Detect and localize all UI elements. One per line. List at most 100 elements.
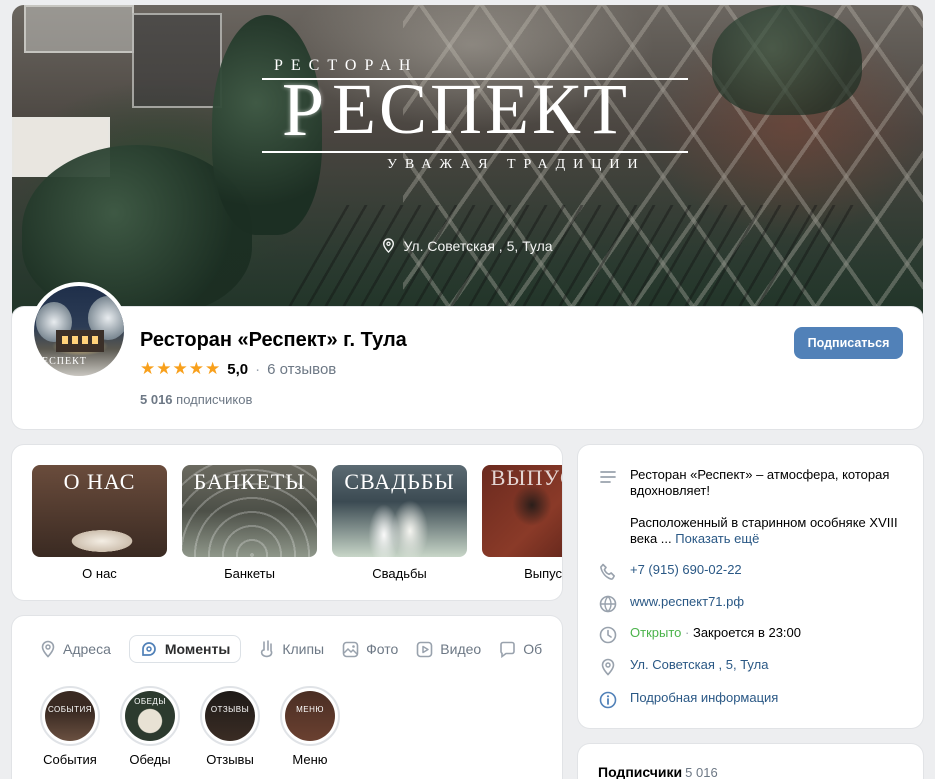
followers-block: Подписчики 5 016 — [578, 744, 923, 779]
featured-label: Свадьбы — [372, 566, 427, 581]
description-line: Ресторан «Респект» – атмосфера, которая … — [630, 467, 890, 498]
phone-icon — [600, 563, 615, 580]
video-icon — [416, 641, 433, 657]
featured-label: Банкеты — [224, 566, 275, 581]
moments-icon — [142, 642, 156, 656]
more-info-row[interactable]: Подробная информация — [598, 690, 778, 710]
address-link[interactable]: Ул. Советская , 5, Тула — [630, 657, 768, 673]
media-section: Адреса Моменты Клипы Фото Видео Об СОБЫТ… — [12, 616, 562, 779]
story-image: МЕНЮ — [285, 691, 335, 741]
tab-label: Моменты — [164, 641, 231, 657]
star-icon: ★ — [205, 359, 221, 378]
subscribers-count[interactable]: 5 016 подписчиков — [140, 392, 252, 407]
followers-count: 5 016 — [685, 765, 718, 779]
cover-address: Ул. Советская , 5, Тула — [12, 238, 923, 254]
subscribe-button[interactable]: Подписаться — [794, 327, 903, 359]
tab-label: Адреса — [63, 641, 111, 657]
story-reviews[interactable]: ОТЗЫВЫ Отзывы — [200, 686, 260, 767]
star-icon: ★ — [156, 359, 172, 378]
website-link[interactable]: www.респект71.рф — [630, 594, 744, 610]
story-image: ОТЗЫВЫ — [205, 691, 255, 741]
cover-decor-tree — [712, 5, 862, 115]
featured-tile-about[interactable]: О НАС О нас — [32, 465, 167, 581]
featured-image-title: СВАДЬБЫ — [344, 469, 455, 494]
followers-title-text: Подписчики — [598, 764, 683, 779]
logo-ornamental-letter: Р — [281, 68, 325, 152]
tab-label: Видео — [440, 641, 482, 657]
featured-tile-weddings[interactable]: СВАДЬБЫ Свадьбы — [332, 465, 467, 581]
rating-value: 5,0 — [227, 360, 249, 378]
avatar-logo-text: ЕСПЕКТ — [42, 356, 87, 367]
tab-clips[interactable]: Клипы — [259, 635, 324, 663]
status-open: Открыто — [630, 625, 682, 640]
featured-label: Выпускн — [524, 566, 562, 581]
cover-decor-frame — [24, 5, 134, 53]
globe-icon — [599, 595, 617, 613]
star-icon: ★ — [188, 359, 204, 378]
story-ring: МЕНЮ — [280, 686, 340, 746]
featured-image: БАНКЕТЫ — [182, 465, 317, 557]
rating[interactable]: ★★★★★ 5,0 · 6 отзывов — [140, 359, 336, 379]
avatar[interactable]: ЕСПЕКТ — [30, 282, 128, 380]
featured-tile-graduation[interactable]: ВЫПУСКН Выпускн — [482, 465, 562, 581]
tab-discussions[interactable]: Об — [499, 635, 542, 663]
logo-divider — [262, 151, 688, 153]
website-row[interactable]: www.респект71.рф — [598, 594, 744, 614]
tab-addresses[interactable]: Адреса — [40, 635, 111, 663]
status-close-time: Закроется в 23:00 — [692, 625, 802, 640]
story-image: СОБЫТИЯ — [45, 691, 95, 741]
media-tabs: Адреса Моменты Клипы Фото Видео Об — [40, 635, 560, 663]
address-row[interactable]: Ул. Советская , 5, Тула — [598, 657, 768, 677]
more-info-link[interactable]: Подробная информация — [630, 690, 778, 706]
hours-row[interactable]: Открыто · Закроется в 23:00 — [598, 625, 801, 645]
story-menu[interactable]: МЕНЮ Меню — [280, 686, 340, 767]
phone-row[interactable]: +7 (915) 690-02-22 — [598, 562, 742, 582]
community-header: ЕСПЕКТ Ресторан «Респект» г. Тула ★★★★★ … — [12, 282, 923, 429]
cover-decor-sign — [132, 13, 222, 108]
restaurant-logo: РЕСТОРАН Р ЕСПЕКТ УВАЖАЯ ТРАДИЦИИ — [262, 57, 692, 177]
phone-link[interactable]: +7 (915) 690-02-22 — [630, 562, 742, 578]
subscribers-label: подписчиков — [176, 392, 253, 407]
location-icon — [41, 640, 55, 658]
story-label: События — [43, 752, 97, 767]
featured-tile-banquets[interactable]: БАНКЕТЫ Банкеты — [182, 465, 317, 581]
show-more-link[interactable]: Показать ещё — [675, 531, 759, 546]
featured-image-title: ВЫПУСКН — [490, 465, 562, 490]
story-image-title: ОБЕДЫ — [134, 697, 166, 706]
clips-icon — [261, 640, 273, 658]
tab-moments[interactable]: Моменты — [128, 635, 242, 663]
opening-hours: Открыто · Закроется в 23:00 — [630, 625, 801, 641]
star-icon: ★ — [172, 359, 188, 378]
story-events[interactable]: СОБЫТИЯ События — [40, 686, 100, 767]
tab-video[interactable]: Видео — [416, 635, 481, 663]
photo-icon — [342, 641, 359, 657]
featured-articles: О НАС О нас БАНКЕТЫ Банкеты СВАДЬБЫ Свад… — [12, 445, 562, 600]
cover-address-text: Ул. Советская , 5, Тула — [403, 238, 553, 254]
story-image-title: СОБЫТИЯ — [47, 705, 93, 714]
story-label: Меню — [292, 752, 328, 767]
text-lines-icon — [600, 471, 616, 483]
separator-dot: · — [255, 360, 261, 378]
reviews-link[interactable]: 6 отзывов — [267, 361, 336, 378]
story-ring: ОБЕДЫ — [120, 686, 180, 746]
story-lunches[interactable]: ОБЕДЫ Обеды — [120, 686, 180, 767]
page-title: Ресторан «Респект» г. Тула — [140, 329, 407, 351]
featured-image: О НАС — [32, 465, 167, 557]
tab-photo[interactable]: Фото — [342, 635, 398, 663]
cover-image: РЕСТОРАН Р ЕСПЕКТ УВАЖАЯ ТРАДИЦИИ Ул. Со… — [12, 5, 923, 325]
story-ring: ОТЗЫВЫ — [200, 686, 260, 746]
clock-icon — [599, 626, 617, 644]
location-icon — [601, 658, 615, 676]
logo-tagline: УВАЖАЯ ТРАДИЦИИ — [387, 157, 646, 172]
featured-image-title: БАНКЕТЫ — [193, 469, 306, 494]
tab-label: Об — [523, 641, 543, 657]
followers-title[interactable]: Подписчики 5 016 — [598, 764, 718, 779]
featured-image: СВАДЬБЫ — [332, 465, 467, 557]
story-ring: СОБЫТИЯ — [40, 686, 100, 746]
story-image-title: МЕНЮ — [296, 705, 324, 714]
story-image-title: ОТЗЫВЫ — [210, 705, 250, 714]
story-label: Отзывы — [206, 752, 254, 767]
rating-stars: ★★★★★ — [140, 359, 221, 379]
featured-label: О нас — [82, 566, 117, 581]
featured-image: ВЫПУСКН — [482, 465, 562, 557]
